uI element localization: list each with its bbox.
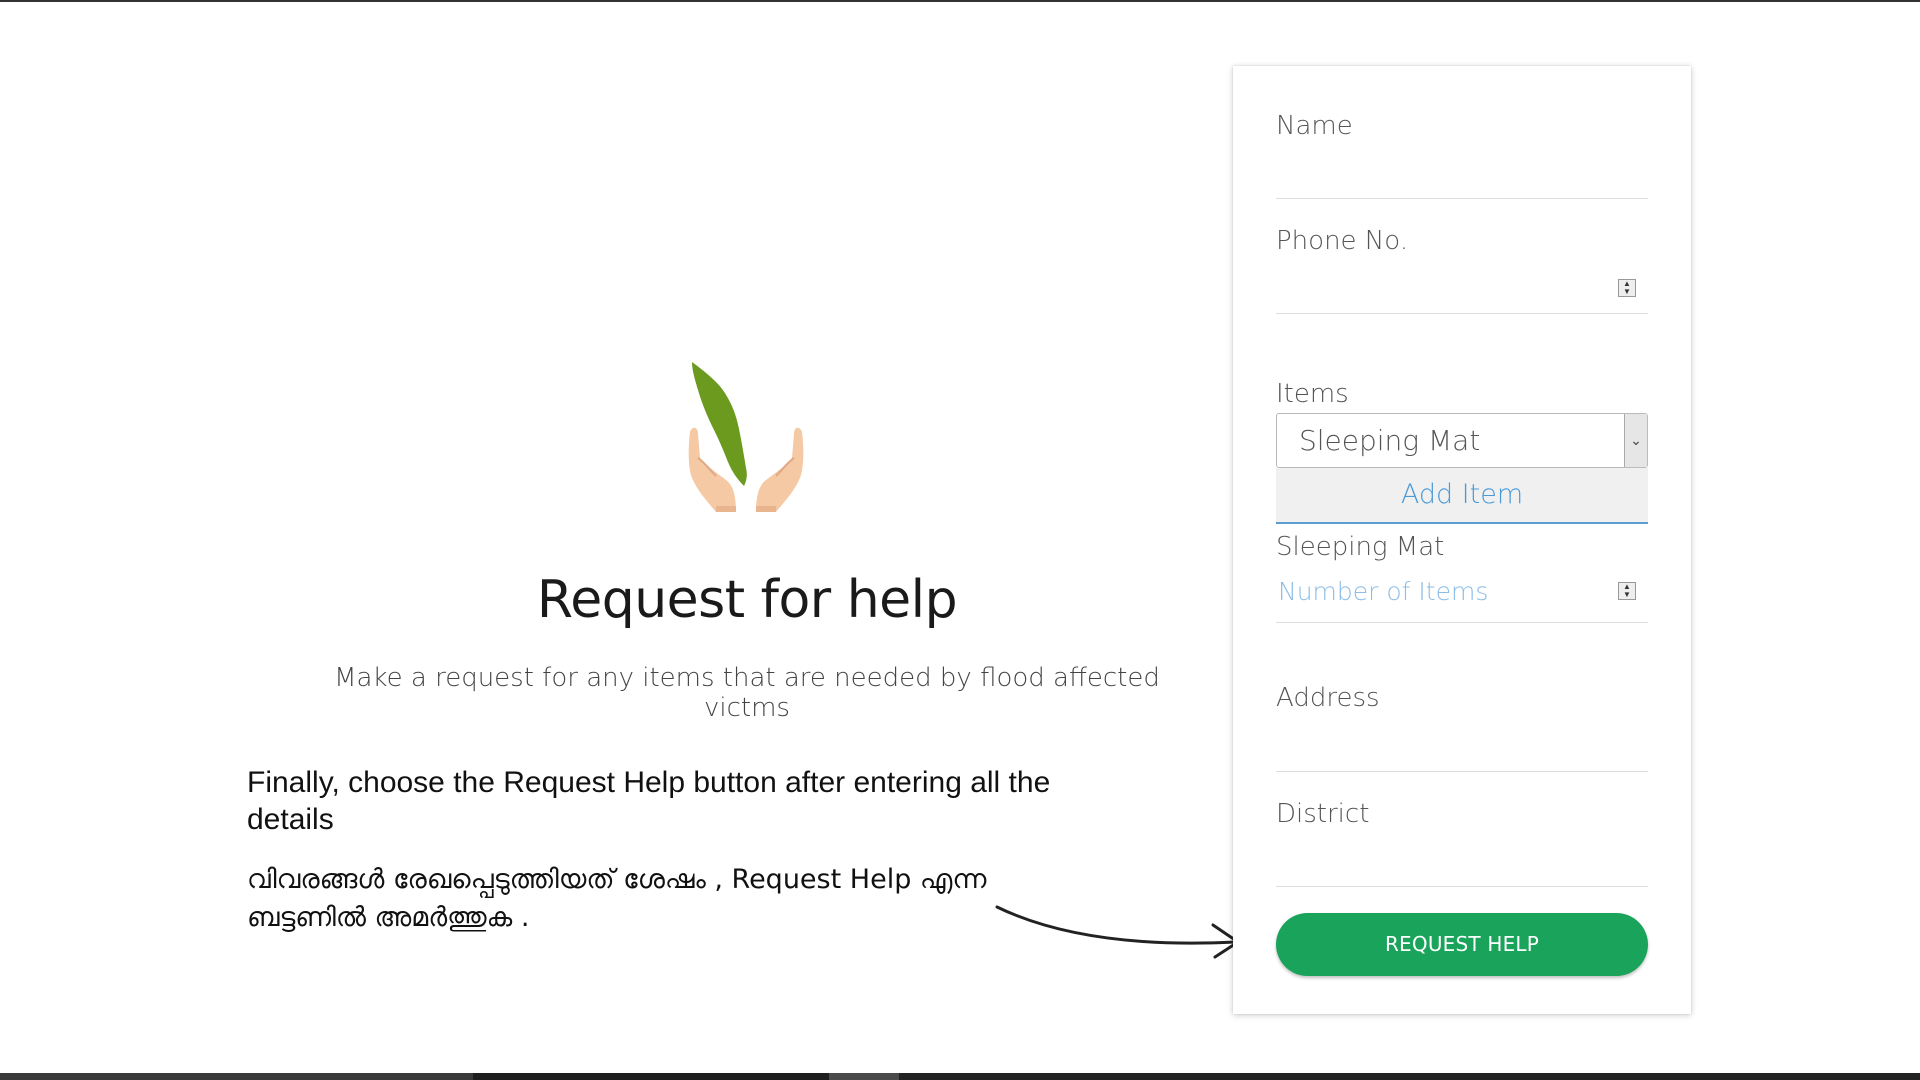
arrow-icon (995, 905, 1240, 959)
name-underline (1276, 198, 1648, 199)
hands-leaf-logo (688, 362, 804, 512)
top-border (0, 0, 1920, 2)
quantity-underline (1276, 622, 1648, 623)
bottom-bar (0, 1073, 1920, 1080)
district-field[interactable]: District (1276, 799, 1648, 887)
district-underline (1276, 886, 1648, 887)
bottom-bar-segment (829, 1073, 899, 1080)
added-item-name: Sleeping Mat (1276, 532, 1445, 562)
district-label: District (1276, 799, 1370, 829)
spinner-icon[interactable]: ▲ ▼ (1618, 279, 1636, 297)
name-label: Name (1276, 111, 1353, 141)
request-help-button[interactable]: REQUEST HELP (1276, 913, 1648, 976)
add-item-button[interactable]: Add Item (1276, 468, 1648, 524)
name-field[interactable]: Name (1276, 111, 1648, 199)
address-field[interactable]: Address (1276, 683, 1648, 772)
added-item-label-wrap: Sleeping Mat (1276, 532, 1648, 562)
spinner-icon[interactable]: ▲ ▼ (1618, 582, 1636, 600)
page-subtitle: Make a request for any items that are ne… (334, 663, 1160, 723)
quantity-field[interactable]: Number of Items ▲ ▼ (1276, 577, 1648, 623)
bottom-bar-segment (899, 1073, 1920, 1080)
address-underline (1276, 771, 1648, 772)
items-label: Items (1276, 379, 1349, 409)
phone-label: Phone No. (1276, 226, 1408, 256)
instruction-malayalam: വിവരങ്ങൾ രേഖപ്പെടുത്തിയത് ശേഷം , Request… (247, 864, 987, 933)
bottom-bar-segment (473, 1073, 829, 1080)
bottom-bar-segment (0, 1073, 473, 1080)
page-title: Request for help (536, 570, 958, 630)
items-select-value: Sleeping Mat (1299, 424, 1481, 457)
phone-field[interactable]: Phone No. ▲ ▼ (1276, 226, 1648, 314)
instruction-english: Finally, choose the Request Help button … (247, 766, 1051, 836)
chevron-down-icon[interactable]: ⌄ (1624, 414, 1647, 467)
quantity-placeholder: Number of Items (1278, 577, 1489, 606)
address-label: Address (1276, 683, 1380, 713)
items-select[interactable]: Sleeping Mat ⌄ (1276, 413, 1648, 468)
items-label-wrap: Items (1276, 379, 1648, 409)
request-form-card: Name Phone No. ▲ ▼ Items Sleeping Mat ⌄ A… (1233, 66, 1691, 1014)
phone-underline (1276, 313, 1648, 314)
